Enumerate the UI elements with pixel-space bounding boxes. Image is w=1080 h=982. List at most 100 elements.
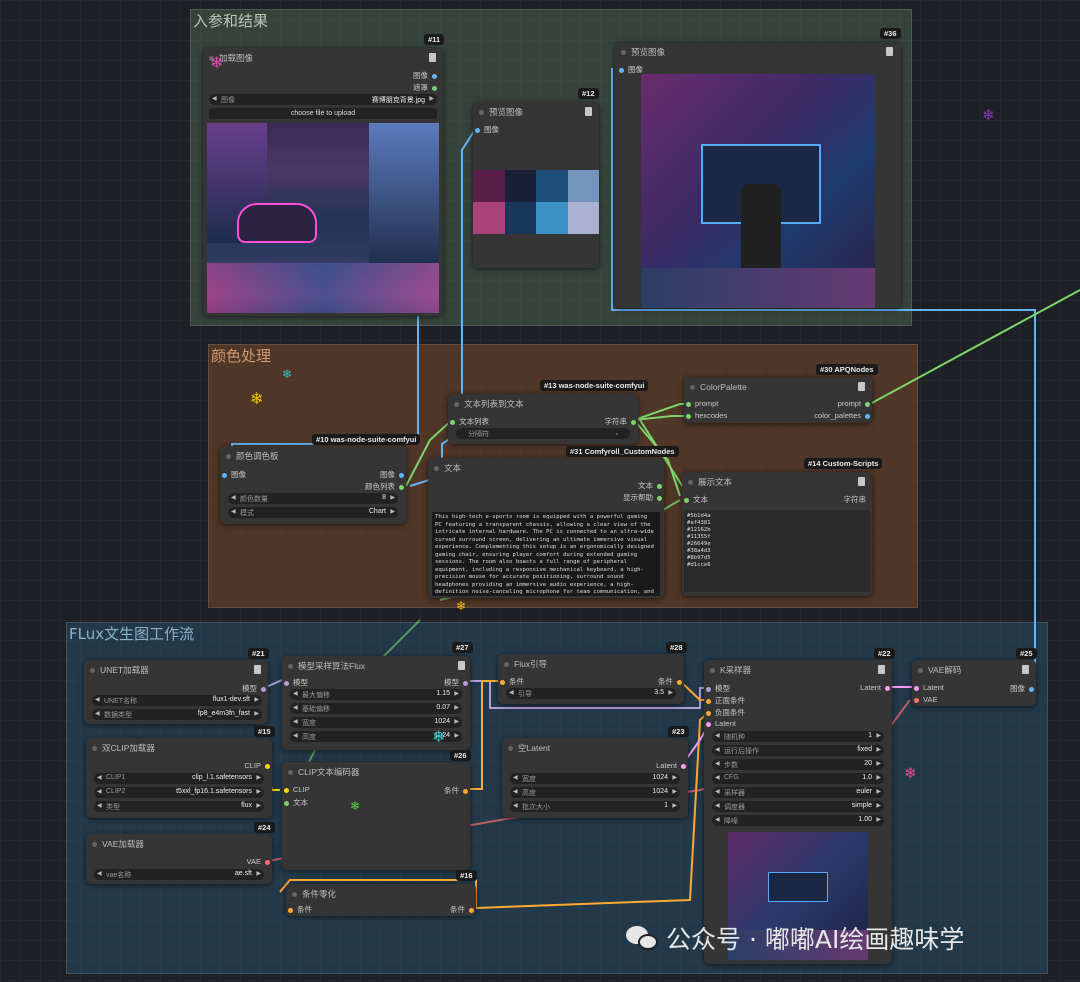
output-model[interactable]: 模型: [444, 677, 468, 688]
vae-name-widget[interactable]: vae名称ae.sft: [94, 869, 264, 880]
output-conditioning[interactable]: 条件: [444, 785, 468, 796]
text-content-area[interactable]: This high-tech e-sports room is equipped…: [432, 512, 660, 596]
scheduler-widget[interactable]: 调度器simple: [712, 801, 884, 812]
show-text-node[interactable]: 展示文本 文本 字符串 #5b1d4a #af4381 #12162b #11355f…: [682, 472, 872, 596]
node-canvas[interactable]: 入参和结果 颜色处理 FLux文生图工作流 加载图像 图像 遮罩 ◀ 图像 赛博…: [0, 0, 1080, 982]
unet-name-widget[interactable]: UNET名称flux1-dev.sft: [92, 695, 262, 706]
node-menu-icon[interactable]: [254, 665, 261, 674]
unet-loader-node[interactable]: UNET加载器 模型 UNET名称flux1-dev.sft 数据类型fp8_e…: [84, 660, 268, 724]
clip-text-encode-node[interactable]: CLIP文本编码器 CLIP 文本 条件: [282, 762, 470, 870]
mode-widget[interactable]: 模式Chart: [228, 507, 398, 518]
seed-widget[interactable]: 随机种1: [712, 731, 884, 742]
node-id-badge: #15: [254, 726, 275, 737]
output-string[interactable]: 字符串: [605, 416, 637, 427]
color-count-widget[interactable]: 颜色数量8: [228, 493, 398, 504]
output-conditioning[interactable]: 条件: [658, 676, 682, 687]
input-hexcodes[interactable]: hexcodes: [686, 411, 727, 420]
delimiter-widget[interactable]: 分隔符,: [456, 428, 630, 439]
output-image[interactable]: 图像: [1010, 683, 1034, 694]
node-title: 预览图像: [473, 102, 599, 122]
load-image-node[interactable]: 加载图像 图像 遮罩 图像赛博朋克背景.jpg choose file to u…: [203, 48, 443, 316]
node-menu-icon[interactable]: [858, 382, 865, 391]
node-id-badge: #12: [578, 88, 599, 99]
input-text[interactable]: 文本: [684, 494, 708, 505]
output-conditioning[interactable]: 条件: [450, 904, 474, 915]
vae-decode-node[interactable]: VAE解码 Latent VAE 图像: [912, 660, 1036, 706]
node-menu-icon[interactable]: [1022, 665, 1029, 674]
hex-code-line: #5b1d4a: [687, 513, 711, 519]
input-prompt[interactable]: prompt: [686, 399, 718, 408]
vae-loader-node[interactable]: VAE加载器 VAE vae名称ae.sft: [86, 834, 272, 884]
flux-guidance-node[interactable]: Flux引导 条件 条件 引导3.5: [498, 654, 684, 704]
steps-widget[interactable]: 步数20: [712, 759, 884, 770]
input-image[interactable]: 图像: [475, 124, 499, 135]
clip-type-widget[interactable]: 类型flux: [94, 801, 264, 812]
list-to-text-node[interactable]: 文本列表到文本 文本列表 字符串 分隔符,: [448, 394, 638, 444]
node-menu-icon[interactable]: [585, 107, 592, 116]
node-menu-icon[interactable]: [886, 47, 893, 56]
input-vae[interactable]: VAE: [914, 695, 937, 704]
max-shift-widget[interactable]: 最大偏移1.15: [290, 689, 462, 700]
output-image[interactable]: 图像: [380, 469, 404, 480]
output-latent[interactable]: Latent: [656, 761, 686, 770]
node-title: 文本: [428, 458, 664, 478]
output-text[interactable]: 文本: [638, 480, 662, 491]
output-string[interactable]: 字符串: [844, 494, 867, 505]
clip1-widget[interactable]: CLIP1clip_l.1.safetensors: [94, 773, 264, 784]
node-menu-icon[interactable]: [878, 665, 885, 674]
output-image[interactable]: 图像: [413, 70, 437, 81]
clip2-widget[interactable]: CLIP2t5xxl_fp16.1.safetensors: [94, 787, 264, 798]
dual-clip-loader-node[interactable]: 双CLIP加载器 CLIP CLIP1clip_l.1.safetensors …: [86, 738, 272, 818]
colorpalette-node[interactable]: ColorPalette prompt hexcodes prompt colo…: [684, 377, 872, 423]
input-conditioning[interactable]: 条件: [500, 676, 524, 687]
preview-image-node[interactable]: 预览图像 图像: [473, 102, 599, 268]
denoise-widget[interactable]: 降噪1.00: [712, 815, 884, 826]
input-latent[interactable]: Latent: [706, 719, 736, 728]
result-preview-node[interactable]: 预览图像 图像: [615, 42, 901, 308]
dtype-widget[interactable]: 数据类型fp8_e4m3fn_fast: [92, 709, 262, 720]
input-conditioning[interactable]: 条件: [288, 904, 312, 915]
input-text-list[interactable]: 文本列表: [450, 416, 489, 427]
latent-width-widget[interactable]: 宽度1024: [510, 773, 680, 784]
output-prompt[interactable]: prompt: [838, 399, 870, 408]
after-generate-widget[interactable]: 运行后操作fixed: [712, 745, 884, 756]
conditioning-zero-out-node[interactable]: 条件零化 条件 条件: [286, 884, 476, 916]
output-mask[interactable]: 遮罩: [413, 82, 437, 93]
upload-button[interactable]: choose file to upload: [209, 108, 437, 119]
output-model[interactable]: 模型: [242, 683, 266, 694]
input-image[interactable]: 图像: [619, 64, 643, 75]
node-menu-icon[interactable]: [458, 661, 465, 670]
empty-latent-node[interactable]: 空Latent Latent 宽度1024 高度1024 批次大小1: [502, 738, 688, 818]
output-clip[interactable]: CLIP: [244, 761, 270, 770]
node-title: 模型采样算法Flux: [282, 656, 470, 676]
image-select[interactable]: 图像赛博朋克背景.jpg: [209, 94, 437, 105]
latent-height-widget[interactable]: 高度1024: [510, 787, 680, 798]
input-clip[interactable]: CLIP: [284, 785, 310, 794]
node-title: 颜色调色板: [220, 446, 406, 466]
batch-size-widget[interactable]: 批次大小1: [510, 801, 680, 812]
node-id-badge: #31 Comfyroll_CustomNodes: [566, 446, 679, 457]
input-text[interactable]: 文本: [284, 797, 308, 808]
guidance-widget[interactable]: 引导3.5: [506, 688, 676, 699]
output-latent[interactable]: Latent: [860, 683, 890, 692]
output-vae[interactable]: VAE: [247, 857, 270, 866]
output-show-help[interactable]: 显示帮助: [623, 492, 662, 503]
input-model[interactable]: 模型: [284, 677, 308, 688]
input-model[interactable]: 模型: [706, 683, 730, 694]
output-color-palettes[interactable]: color_palettes: [814, 411, 870, 420]
input-negative[interactable]: 负面条件: [706, 707, 745, 718]
sampler-widget[interactable]: 采样器euler: [712, 787, 884, 798]
text-node[interactable]: 文本 文本 显示帮助 This high-tech e-sports room …: [428, 458, 664, 598]
node-menu-icon[interactable]: [858, 477, 865, 486]
node-id-badge: #10 was-node-suite-comfyui: [312, 434, 421, 445]
width-widget[interactable]: 宽度1024: [290, 717, 462, 728]
input-positive[interactable]: 正面条件: [706, 695, 745, 706]
color-palette-node[interactable]: 颜色调色板 图像 图像 颜色列表 颜色数量8 模式Chart: [220, 446, 406, 524]
cfg-widget[interactable]: CFG1.0: [712, 773, 884, 784]
ksampler-node[interactable]: K采样器 模型 正面条件 负面条件 Latent Latent 随机种1 运行后…: [704, 660, 892, 964]
node-menu-icon[interactable]: [429, 53, 436, 62]
input-image[interactable]: 图像: [222, 469, 246, 480]
base-shift-widget[interactable]: 基础偏移0.07: [290, 703, 462, 714]
output-color-list[interactable]: 颜色列表: [365, 481, 404, 492]
input-latent[interactable]: Latent: [914, 683, 944, 692]
